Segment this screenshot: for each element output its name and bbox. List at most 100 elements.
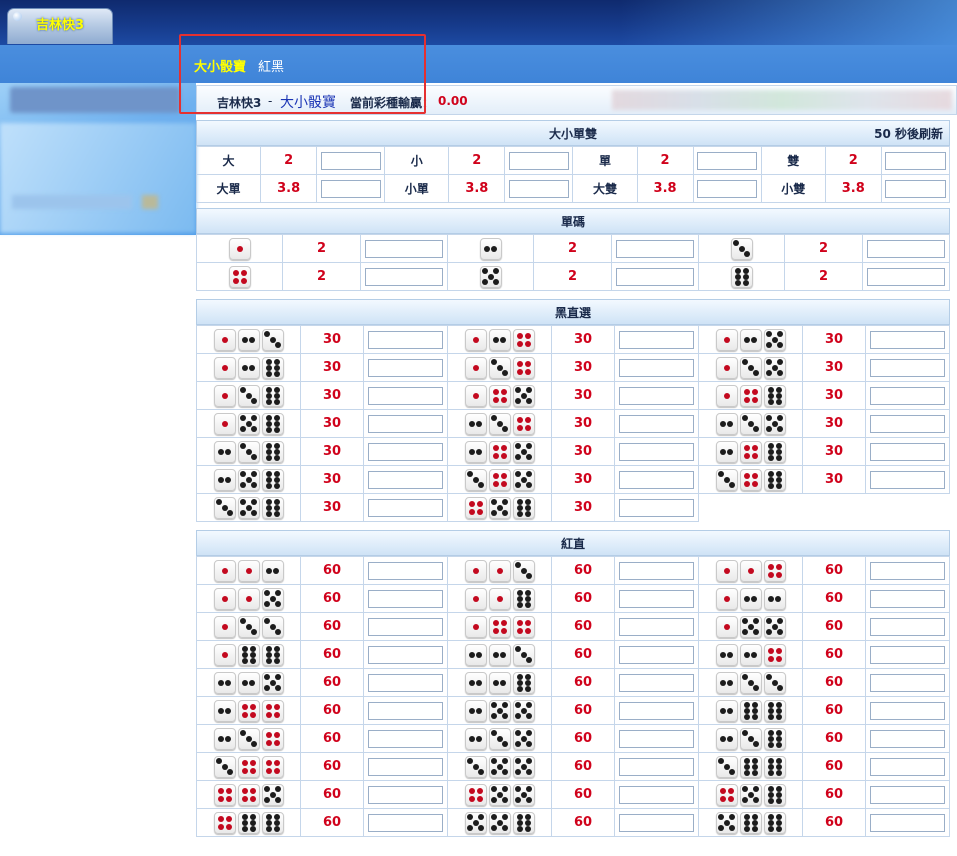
nav-item-dice[interactable]: 大小骰寶: [194, 56, 246, 75]
pip: [251, 498, 258, 505]
bet-amount-input[interactable]: [619, 589, 694, 608]
bet-amount-input[interactable]: [870, 561, 945, 580]
bet-amount-input[interactable]: [368, 785, 443, 804]
black-table: 30 30 30 30 30 30 30 30 30 30 30 30 30 30 30 30 30 30 30 30: [196, 325, 950, 522]
bet-amount-input[interactable]: [619, 757, 694, 776]
bet-amount-input[interactable]: [885, 179, 946, 198]
pip: [239, 482, 246, 489]
pip: [723, 364, 730, 371]
bet-amount-input[interactable]: [870, 701, 945, 720]
bet-amount-input[interactable]: [696, 151, 758, 170]
pip: [273, 470, 280, 477]
pip: [775, 571, 782, 578]
bet-amount-input[interactable]: [619, 645, 694, 664]
bet-amount-input[interactable]: [616, 267, 694, 286]
die-2-icon: [237, 671, 260, 694]
pip: [520, 651, 527, 658]
bet-amount-input[interactable]: [368, 729, 443, 748]
bet-amount-input[interactable]: [368, 442, 443, 461]
bet-amount-input[interactable]: [870, 785, 945, 804]
bet-amount-input[interactable]: [870, 386, 945, 405]
bet-amount-input[interactable]: [368, 617, 443, 636]
bet-amount-input[interactable]: [368, 386, 443, 405]
die-3-icon: [730, 237, 753, 260]
bet-amount-input[interactable]: [619, 358, 694, 377]
pip: [526, 442, 533, 449]
bet-amount-input[interactable]: [320, 151, 381, 170]
dice-combo: [447, 381, 552, 410]
bet-amount-input[interactable]: [619, 561, 694, 580]
bet-amount-input[interactable]: [885, 151, 946, 170]
bet-amount-input[interactable]: [368, 498, 443, 517]
pip: [742, 279, 749, 286]
bet-amount-input[interactable]: [320, 179, 381, 198]
bet-amount-input[interactable]: [368, 757, 443, 776]
die-6-icon: [512, 811, 535, 834]
bet-amount-input[interactable]: [870, 589, 945, 608]
pip: [241, 651, 248, 658]
pip: [514, 785, 521, 792]
bet-amount-input[interactable]: [619, 673, 694, 692]
bet-amount-input[interactable]: [870, 673, 945, 692]
pip: [720, 420, 727, 427]
bet-amount-input[interactable]: [870, 414, 945, 433]
table-row: 2 2 2: [196, 262, 950, 291]
bet-amount-input[interactable]: [870, 470, 945, 489]
pip: [767, 735, 774, 742]
bet-amount-input[interactable]: [365, 239, 443, 258]
bet-amount-input[interactable]: [368, 358, 443, 377]
pip: [775, 392, 782, 399]
bet-amount-input[interactable]: [870, 729, 945, 748]
pip: [241, 819, 248, 826]
bet-amount-input[interactable]: [619, 414, 694, 433]
bet-amount-input[interactable]: [619, 498, 694, 517]
bet-amount-input[interactable]: [870, 330, 945, 349]
bet-amount-input[interactable]: [368, 561, 443, 580]
bet-amount-input[interactable]: [368, 645, 443, 664]
bet-amount-input[interactable]: [870, 442, 945, 461]
pip: [514, 482, 521, 489]
bet-amount-input[interactable]: [619, 442, 694, 461]
pip: [269, 791, 276, 798]
pip: [729, 482, 736, 489]
bet-amount-input[interactable]: [696, 179, 758, 198]
bet-amount-input[interactable]: [616, 239, 694, 258]
pip: [239, 386, 246, 393]
pip: [777, 629, 784, 636]
bet-amount-input[interactable]: [368, 701, 443, 720]
bet-amount-input[interactable]: [619, 813, 694, 832]
bet-amount-input[interactable]: [368, 330, 443, 349]
bet-amount-input[interactable]: [867, 239, 945, 258]
die-4-icon: [512, 615, 535, 638]
bet-amount-input[interactable]: [368, 673, 443, 692]
tab-jilin-k3[interactable]: 吉林快3: [7, 8, 113, 44]
bet-amount-input[interactable]: [368, 470, 443, 489]
bet-amount-input[interactable]: [619, 729, 694, 748]
pip: [273, 476, 280, 483]
bet-amount-input[interactable]: [870, 813, 945, 832]
bet-amount-input[interactable]: [867, 267, 945, 286]
bet-amount-input[interactable]: [619, 386, 694, 405]
pip: [767, 797, 774, 804]
pip: [723, 392, 730, 399]
bet-amount-input[interactable]: [368, 589, 443, 608]
nav-item-red-black[interactable]: 紅黑: [258, 56, 284, 75]
pip: [502, 769, 509, 776]
bet-amount-input[interactable]: [365, 267, 443, 286]
bet-amount-input[interactable]: [870, 645, 945, 664]
bet-amount-input[interactable]: [870, 358, 945, 377]
bet-amount-input[interactable]: [368, 813, 443, 832]
bet-amount-input[interactable]: [619, 330, 694, 349]
bet-amount-input[interactable]: [619, 470, 694, 489]
pip: [249, 759, 256, 766]
refresh-countdown: 50 秒後刷新: [874, 127, 943, 141]
bet-amount-input[interactable]: [870, 757, 945, 776]
bet-amount-input[interactable]: [619, 785, 694, 804]
bet-amount-input[interactable]: [508, 151, 570, 170]
bet-amount-input[interactable]: [508, 179, 570, 198]
die-4-icon: [488, 615, 511, 638]
bet-amount-input[interactable]: [619, 617, 694, 636]
bet-amount-input[interactable]: [368, 414, 443, 433]
bet-amount-input[interactable]: [619, 701, 694, 720]
bet-amount-input[interactable]: [870, 617, 945, 636]
